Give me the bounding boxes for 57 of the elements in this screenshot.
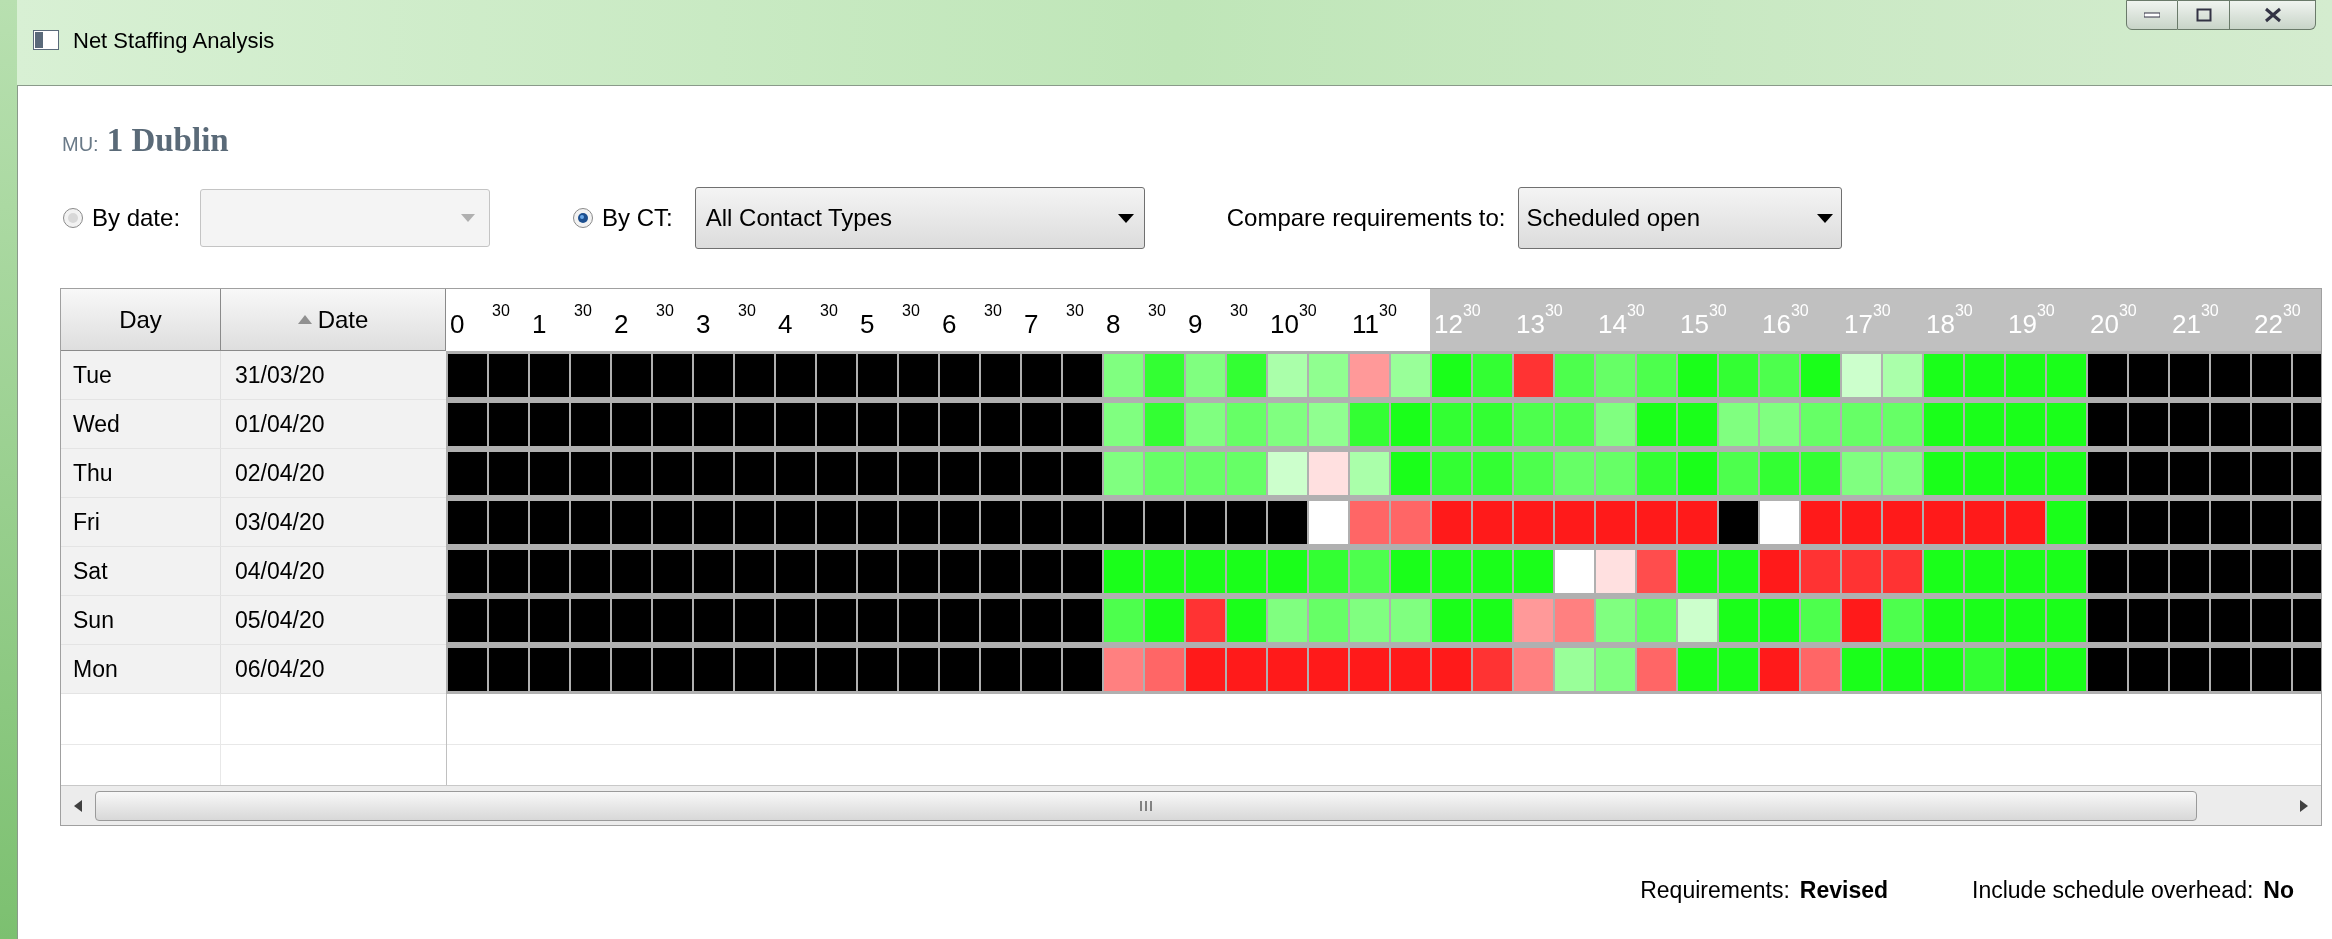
compare-dropdown[interactable]: Scheduled open	[1517, 187, 1842, 249]
sort-ascending-icon	[297, 315, 312, 324]
time-label: 3 30	[695, 303, 757, 337]
status-label: Include schedule overhead:	[1972, 875, 2254, 905]
table-cell: Mon	[61, 645, 221, 693]
minimize-icon	[2144, 12, 2160, 18]
time-label: 9 30	[1187, 303, 1249, 337]
table-cell: Tue	[61, 351, 221, 399]
mu-value: 1 Dublin	[106, 121, 229, 160]
status-value: Revised	[1799, 875, 1888, 905]
table-cell-text: 31/03/20	[234, 360, 326, 390]
dropdown-arrow-icon	[461, 214, 476, 222]
scroll-left-icon[interactable]	[73, 799, 83, 812]
status-value: No	[2263, 875, 2294, 905]
minimize-button[interactable]	[2126, 0, 2178, 30]
dropdown-arrow-icon	[1816, 213, 1833, 223]
maximize-icon	[2195, 8, 2212, 22]
time-label: 6 30	[941, 303, 1003, 337]
time-label: 7 30	[1023, 303, 1085, 337]
window-icon	[33, 30, 59, 50]
column-header[interactable]: Day	[61, 289, 221, 351]
table-cell: Fri	[61, 498, 221, 546]
contact-type-dropdown[interactable]: All Contact Types	[694, 187, 1145, 249]
horizontal-scrollbar[interactable]	[61, 785, 2321, 825]
table-cell: Wed	[61, 400, 221, 448]
grip-icon	[1139, 799, 1153, 812]
table-cell-text: 01/04/20	[234, 409, 326, 439]
scroll-thumb[interactable]	[95, 790, 2197, 821]
time-label: 1 30	[531, 303, 593, 337]
maximize-button[interactable]	[2178, 0, 2230, 30]
status-label: Requirements:	[1640, 875, 1790, 905]
table-cell-text: 04/04/20	[234, 556, 326, 586]
scroll-right-icon[interactable]	[2299, 799, 2309, 812]
radio-button[interactable]	[572, 207, 595, 229]
close-icon	[2263, 7, 2282, 23]
radio-label: By CT:	[602, 203, 673, 233]
dropdown-arrow-icon	[1117, 213, 1134, 223]
compare-label: Compare requirements to:	[1226, 203, 1506, 233]
time-label: 5 30	[859, 303, 921, 337]
radio-label: By date:	[92, 203, 181, 233]
column-header[interactable]: Date	[221, 289, 446, 351]
time-label: 8 30	[1105, 303, 1167, 337]
mu-label: MU:	[62, 132, 99, 157]
table-cell-text: 02/04/20	[234, 458, 326, 488]
table-cell: Sun	[61, 596, 221, 644]
table-cell-text: 03/04/20	[234, 507, 326, 537]
close-button[interactable]	[2230, 0, 2316, 30]
dropdown-value: All Contact Types	[705, 203, 893, 233]
table-cell-text: 06/04/20	[234, 654, 326, 684]
dropdown-value: Scheduled open	[1526, 203, 1701, 233]
time-label: 4 30	[777, 303, 839, 337]
time-label: 0 30	[449, 303, 511, 337]
table-cell: Thu	[61, 449, 221, 497]
window-title: Net Staffing Analysis	[73, 30, 275, 52]
table-cell-text: 05/04/20	[234, 605, 326, 635]
table-cell: Sat	[61, 547, 221, 595]
time-label: 2 30	[613, 303, 675, 337]
